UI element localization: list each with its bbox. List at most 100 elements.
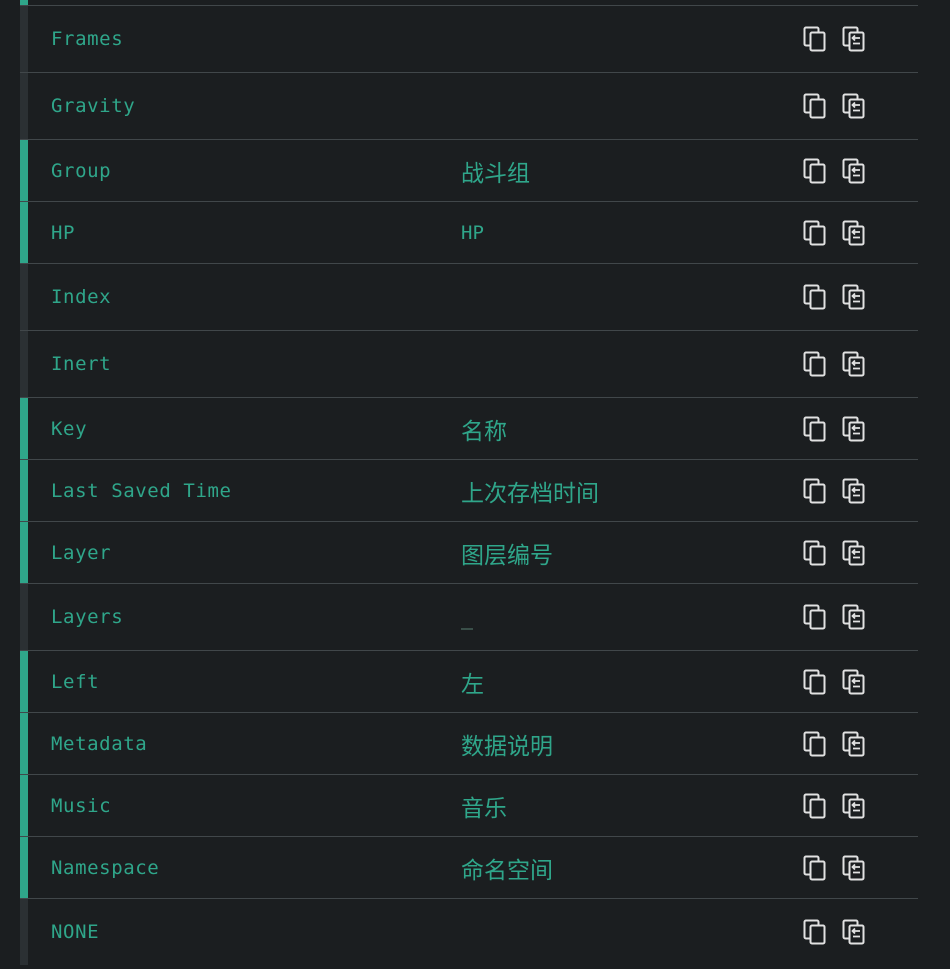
table-row[interactable]: Gravity [20, 73, 918, 140]
paste-icon[interactable] [842, 26, 866, 52]
row-status-bar [20, 331, 28, 397]
paste-icon[interactable] [842, 284, 866, 310]
paste-icon[interactable] [842, 158, 866, 184]
row-value[interactable]: 上次存档时间 [461, 474, 599, 508]
copy-icon[interactable] [803, 731, 827, 757]
paste-icon[interactable] [842, 416, 866, 442]
row-key: Key [51, 417, 88, 440]
row-status-bar [20, 651, 28, 712]
table-row[interactable]: Layers [20, 584, 918, 651]
table-row[interactable]: Metadata 数据说明 [20, 713, 918, 775]
row-status-bar [20, 140, 28, 201]
copy-icon[interactable] [803, 93, 827, 119]
copy-icon[interactable] [803, 793, 827, 819]
table-row[interactable]: Group 战斗组 [20, 140, 918, 202]
row-actions [803, 93, 866, 119]
row-actions [803, 158, 866, 184]
row-status-bar [20, 6, 28, 72]
copy-icon[interactable] [803, 26, 827, 52]
copy-icon[interactable] [803, 478, 827, 504]
table-row[interactable]: Last Saved Time 上次存档时间 [20, 460, 918, 522]
table-row[interactable]: Namespace 命名空间 [20, 837, 918, 899]
row-key: Metadata [51, 732, 148, 755]
row-value[interactable]: 战斗组 [461, 154, 530, 188]
row-key: Layer [51, 541, 112, 564]
paste-icon[interactable] [842, 478, 866, 504]
copy-icon[interactable] [803, 158, 827, 184]
paste-icon[interactable] [842, 669, 866, 695]
row-value[interactable]: 音乐 [461, 789, 507, 823]
row-actions [803, 26, 866, 52]
paste-icon[interactable] [842, 540, 866, 566]
table-row[interactable]: Layer 图层编号 [20, 522, 918, 584]
copy-icon[interactable] [803, 669, 827, 695]
row-status-bar [20, 775, 28, 836]
row-key: Group [51, 159, 112, 182]
row-status-bar [20, 522, 28, 583]
table-row[interactable]: Music 音乐 [20, 775, 918, 837]
row-actions [803, 284, 866, 310]
paste-icon[interactable] [842, 855, 866, 881]
row-value[interactable]: 命名空间 [461, 851, 553, 885]
row-actions [803, 731, 866, 757]
row-status-bar [20, 73, 28, 139]
copy-icon[interactable] [803, 604, 827, 630]
paste-icon[interactable] [842, 351, 866, 377]
table-row[interactable]: Left 左 [20, 651, 918, 713]
row-actions [803, 669, 866, 695]
copy-icon[interactable] [803, 919, 827, 945]
table-row[interactable]: Frames [20, 6, 918, 73]
paste-icon[interactable] [842, 93, 866, 119]
row-value[interactable]: 名称 [461, 412, 507, 446]
table-row[interactable]: Inert [20, 331, 918, 398]
row-actions [803, 855, 866, 881]
row-status-bar [20, 398, 28, 459]
row-key: NONE [51, 921, 100, 943]
row-status-bar [20, 202, 28, 263]
row-key: Namespace [51, 856, 160, 879]
row-key: Gravity [51, 95, 136, 117]
table-row[interactable]: HP HP [20, 202, 918, 264]
paste-icon[interactable] [842, 919, 866, 945]
row-key: Music [51, 794, 112, 817]
row-actions [803, 220, 866, 246]
paste-icon[interactable] [842, 604, 866, 630]
copy-icon[interactable] [803, 855, 827, 881]
table-row[interactable]: Key 名称 [20, 398, 918, 460]
copy-icon[interactable] [803, 540, 827, 566]
row-actions [803, 478, 866, 504]
copy-icon[interactable] [803, 284, 827, 310]
row-actions [803, 793, 866, 819]
row-key: Left [51, 670, 100, 693]
row-actions [803, 540, 866, 566]
row-actions [803, 351, 866, 377]
row-status-bar [20, 584, 28, 650]
row-value-empty-placeholder[interactable] [461, 628, 473, 630]
row-status-bar [20, 264, 28, 330]
row-status-bar [20, 460, 28, 521]
paste-icon[interactable] [842, 731, 866, 757]
row-key: Index [51, 286, 112, 308]
row-value[interactable]: 数据说明 [461, 727, 553, 761]
row-value[interactable]: 图层编号 [461, 536, 553, 570]
row-value[interactable]: 左 [461, 665, 484, 699]
paste-icon[interactable] [842, 793, 866, 819]
row-actions [803, 604, 866, 630]
row-value[interactable]: HP [461, 222, 484, 244]
copy-icon[interactable] [803, 351, 827, 377]
copy-icon[interactable] [803, 416, 827, 442]
row-key: Inert [51, 353, 112, 375]
table-row[interactable]: Index [20, 264, 918, 331]
translation-table: Frames Gravity Group 战斗组 HP HP Index Ine… [20, 0, 918, 965]
row-status-bar [20, 713, 28, 774]
row-key: HP [51, 221, 76, 244]
row-key: Frames [51, 28, 124, 50]
row-status-bar [20, 0, 28, 5]
copy-icon[interactable] [803, 220, 827, 246]
paste-icon[interactable] [842, 220, 866, 246]
row-status-bar [20, 837, 28, 898]
row-status-bar [20, 899, 28, 965]
table-row[interactable]: NONE [20, 899, 918, 965]
row-actions [803, 919, 866, 945]
row-key: Last Saved Time [51, 479, 232, 502]
